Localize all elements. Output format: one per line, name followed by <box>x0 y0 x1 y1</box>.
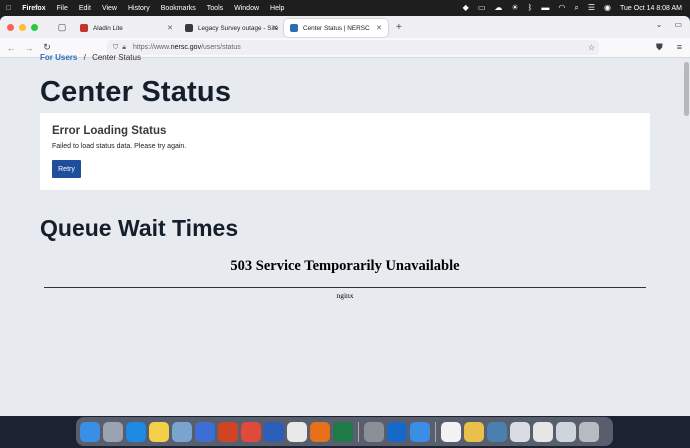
tab-label: Legacy Survey outage - Site Fe <box>198 24 278 32</box>
breadcrumb-link-for-users[interactable]: For Users <box>40 53 77 62</box>
tab-aladin[interactable]: Aladin Lite ✕ <box>74 19 179 37</box>
close-icon[interactable]: ✕ <box>376 24 382 32</box>
launchpad-icon[interactable] <box>103 421 123 442</box>
menu-window[interactable]: Window <box>234 5 259 12</box>
firefox-icon[interactable] <box>310 421 330 442</box>
server-name: nginx <box>336 291 354 300</box>
scrollbar[interactable] <box>684 62 689 116</box>
dropbox-icon[interactable]: ◆ <box>463 0 469 16</box>
shield-icon[interactable]: ⛉ <box>113 44 118 52</box>
excel-icon[interactable] <box>333 421 353 442</box>
photos-icon[interactable] <box>464 421 484 442</box>
window-thumb-icon-3[interactable] <box>556 421 576 442</box>
tab-legacy-survey[interactable]: Legacy Survey outage - Site Fe ✕ <box>179 19 284 37</box>
url-bar[interactable]: ⛉ 🔒︎ https://www. nersc.gov/users/status … <box>107 40 599 55</box>
breadcrumb: For Users / Center Status <box>40 53 141 62</box>
creative-cloud-icon[interactable]: ☁ <box>494 0 502 16</box>
tab-center-status[interactable]: Center Status | NERSC ✕ <box>284 19 388 37</box>
dock-separator <box>358 421 359 442</box>
url-path: /users/status <box>201 44 241 51</box>
new-tab-button[interactable]: + <box>396 22 402 33</box>
error-message: Failed to load status data. Please try a… <box>52 143 187 150</box>
dock <box>76 417 613 446</box>
powerpoint-icon[interactable] <box>218 421 238 442</box>
pocket-icon[interactable]: ⛊ <box>656 42 663 53</box>
reload-button-icon[interactable]: ↻ <box>38 42 56 53</box>
bookmark-star-icon[interactable]: ☆ <box>588 43 595 52</box>
error-title: Error Loading Status <box>52 125 167 137</box>
battery-icon[interactable]: ▬ <box>541 0 549 16</box>
browser-window: ▢ Aladin Lite ✕ Legacy Survey outage - S… <box>0 16 690 416</box>
wifi-icon[interactable]: ◠ <box>558 0 565 16</box>
menu-icon[interactable]: ≡ <box>677 42 682 53</box>
lock-icon[interactable]: 🔒︎ <box>122 44 126 52</box>
queue-wait-times-heading: Queue Wait Times <box>40 215 239 241</box>
bluetooth-icon[interactable]: ᛒ <box>528 0 533 16</box>
menu-edit[interactable]: Edit <box>79 5 91 12</box>
tab-label: Center Status | NERSC <box>303 24 370 32</box>
url-prefix: https://www. <box>132 44 171 51</box>
tab-bar: ▢ Aladin Lite ✕ Legacy Survey outage - S… <box>0 16 690 38</box>
notes-icon[interactable] <box>149 421 169 442</box>
aladin-favicon-icon <box>80 24 88 32</box>
apple-menu-icon[interactable]:  <box>6 5 11 12</box>
zoom-window-button[interactable] <box>31 23 38 31</box>
menu-firefox[interactable]: Firefox <box>22 5 45 12</box>
menu-help[interactable]: Help <box>270 5 284 12</box>
menu-bar:  Firefox File Edit View History Bookmar… <box>0 0 690 16</box>
keynote-icon[interactable] <box>195 421 215 442</box>
search-icon[interactable]: ⌕ <box>574 0 578 16</box>
breadcrumb-separator: / <box>83 53 86 62</box>
control-center-icon[interactable]: ☰ <box>588 0 595 16</box>
window-controls <box>0 23 52 31</box>
forum-favicon-icon <box>185 24 193 32</box>
menu-view[interactable]: View <box>102 5 117 12</box>
tab-list-icon[interactable]: ⌄ <box>656 20 663 29</box>
trash-icon[interactable] <box>579 421 599 442</box>
page-content: For Users / Center Status Center Status … <box>0 53 690 416</box>
close-icon[interactable]: ✕ <box>167 24 173 32</box>
url-domain: nersc.gov <box>170 44 202 51</box>
window-thumb-icon-2[interactable] <box>533 421 553 442</box>
siri-icon[interactable]: ◉ <box>604 0 611 16</box>
settings-icon[interactable] <box>364 421 384 442</box>
mail-icon[interactable] <box>410 421 430 442</box>
divider <box>44 287 646 288</box>
document-icon[interactable] <box>441 421 461 442</box>
safari-icon[interactable] <box>126 421 146 442</box>
chrome-icon[interactable] <box>241 421 261 442</box>
nersc-favicon-icon <box>290 24 298 32</box>
tab-group-icon[interactable]: ▭ <box>674 20 682 29</box>
screenshot-icon[interactable] <box>487 421 507 442</box>
server-error-heading: 503 Service Temporarily Unavailable <box>230 258 460 274</box>
clock[interactable]: Tue Oct 14 8:08 AM <box>620 5 682 12</box>
window-thumb-icon[interactable] <box>510 421 530 442</box>
menu-tools[interactable]: Tools <box>207 5 223 12</box>
menu-bookmarks[interactable]: Bookmarks <box>161 5 196 12</box>
page-title: Center Status <box>40 76 232 108</box>
tab-label: Aladin Lite <box>93 24 123 32</box>
menu-file[interactable]: File <box>57 5 68 12</box>
breadcrumb-current: Center Status <box>92 53 141 62</box>
minimize-window-button[interactable] <box>19 23 26 31</box>
forward-button-icon[interactable]: → <box>20 43 38 53</box>
retry-button[interactable]: Retry <box>52 160 81 178</box>
tab-overview-icon[interactable]: ▢ <box>52 22 72 33</box>
textedit-icon[interactable] <box>287 421 307 442</box>
display-icon[interactable]: ▭ <box>478 0 486 16</box>
close-window-button[interactable] <box>7 23 14 31</box>
outlook-icon[interactable] <box>387 421 407 442</box>
finder-icon[interactable] <box>80 421 100 442</box>
word-icon[interactable] <box>264 421 284 442</box>
brightness-icon[interactable]: ☀ <box>511 0 518 16</box>
close-icon[interactable]: ✕ <box>272 24 278 32</box>
error-card: Error Loading Status Failed to load stat… <box>40 113 650 190</box>
preview-icon[interactable] <box>172 421 192 442</box>
dock-separator <box>435 421 436 442</box>
back-button-icon[interactable]: ← <box>2 43 20 53</box>
menu-history[interactable]: History <box>128 5 150 12</box>
